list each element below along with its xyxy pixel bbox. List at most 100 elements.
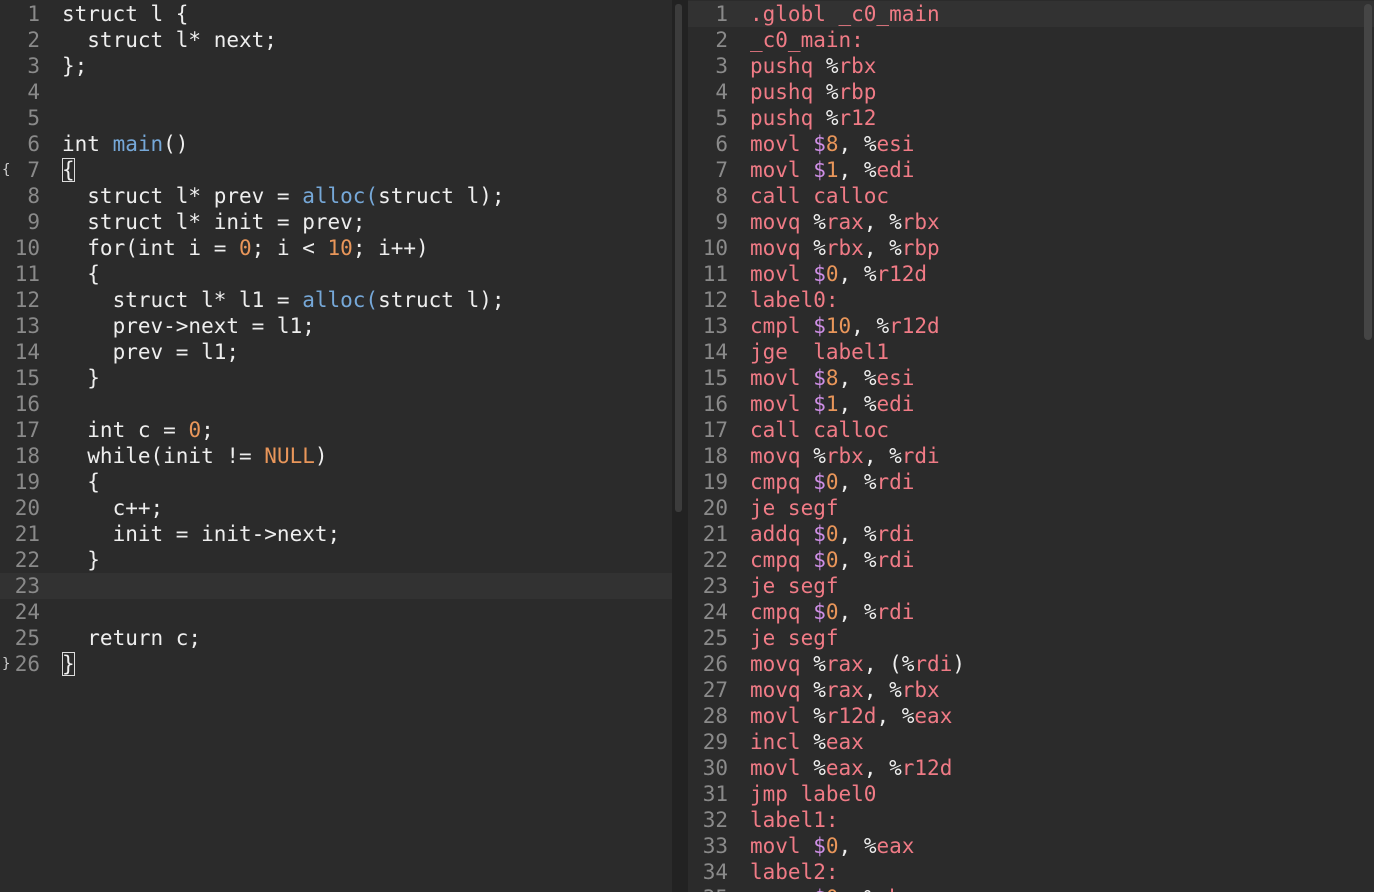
code-token: struct l); xyxy=(378,184,505,208)
source-line[interactable]: 23 xyxy=(0,573,672,599)
assembly-output-editor[interactable]: 1 .globl _c0_main 2 _c0_main: 3 pushq %rbx 4 pu… xyxy=(688,0,1374,892)
code-text: call calloc xyxy=(750,417,889,443)
code-token: $ xyxy=(813,600,826,624)
source-line[interactable]: 20 c++; xyxy=(0,495,672,521)
code-token: , xyxy=(839,886,864,892)
source-line[interactable]: } 26} xyxy=(0,651,672,677)
asm-line[interactable]: 30 movl %eax, %r12d xyxy=(688,755,1374,781)
code-token: % xyxy=(813,236,826,260)
line-number: 32 xyxy=(702,808,728,832)
source-line[interactable]: {7{ xyxy=(0,157,672,183)
source-line[interactable]: 24 xyxy=(0,599,672,625)
asm-line[interactable]: 23 je segf xyxy=(688,573,1374,599)
asm-line[interactable]: 35 movq $0, %rbx xyxy=(688,885,1374,892)
source-line[interactable]: 13 prev->next = l1; xyxy=(0,313,672,339)
left-scrollbar-thumb[interactable] xyxy=(675,4,682,512)
source-line[interactable]: 18 while(init != NULL) xyxy=(0,443,672,469)
asm-line[interactable]: 17 call calloc xyxy=(688,417,1374,443)
code-text: movq %rbx, %rdi xyxy=(750,443,940,469)
code-token: $ xyxy=(813,158,826,182)
line-number: 16 xyxy=(702,392,728,416)
asm-line[interactable]: 6 movl $8, %esi xyxy=(688,131,1374,157)
code-token: edi xyxy=(876,392,915,416)
code-token: rbx xyxy=(901,210,940,234)
line-number: 19 xyxy=(14,470,40,494)
code-token: movq xyxy=(750,886,813,892)
code-text: pushq %rbx xyxy=(750,53,876,79)
asm-line[interactable]: 24 cmpq $0, %rdi xyxy=(688,599,1374,625)
asm-line[interactable]: 34 label2: xyxy=(688,859,1374,885)
source-line[interactable]: 15 } xyxy=(0,365,672,391)
asm-line[interactable]: 1 .globl _c0_main xyxy=(688,1,1374,27)
asm-line[interactable]: 22 cmpq $0, %rdi xyxy=(688,547,1374,573)
asm-line[interactable]: 3 pushq %rbx xyxy=(688,53,1374,79)
source-line[interactable]: 10 for(int i = 0; i < 10; i++) xyxy=(0,235,672,261)
asm-line[interactable]: 26 movq %rax, (%rdi) xyxy=(688,651,1374,677)
code-token: % xyxy=(863,548,877,572)
code-token: , xyxy=(838,834,864,858)
asm-line[interactable]: 19 cmpq $0, %rdi xyxy=(688,469,1374,495)
code-token: % xyxy=(889,444,902,468)
asm-line[interactable]: 9 movq %rax, %rbx xyxy=(688,209,1374,235)
asm-line[interactable]: 7 movl $1, %edi xyxy=(688,157,1374,183)
line-number: 18 xyxy=(702,444,728,468)
asm-line[interactable]: 28 movl %r12d, %eax xyxy=(688,703,1374,729)
asm-line[interactable]: 27 movq %rax, %rbx xyxy=(688,677,1374,703)
asm-line[interactable]: 33 movl $0, %eax xyxy=(688,833,1374,859)
asm-line[interactable]: 16 movl $1, %edi xyxy=(688,391,1374,417)
asm-line[interactable]: 21 addq $0, %rdi xyxy=(688,521,1374,547)
c-source-editor[interactable]: 1 struct l {2 struct l* next; 3}; 4 5 6 int ma… xyxy=(0,0,672,892)
code-token: % xyxy=(863,834,877,858)
asm-line[interactable]: 29 incl %eax xyxy=(688,729,1374,755)
code-text: call calloc xyxy=(750,183,889,209)
code-text: _c0_main: xyxy=(750,27,864,53)
source-line[interactable]: 14 prev = l1; xyxy=(0,339,672,365)
source-line[interactable]: 2 struct l* next; xyxy=(0,27,672,53)
source-line[interactable]: 5 xyxy=(0,105,672,131)
asm-line[interactable]: 15 movl $8, %esi xyxy=(688,365,1374,391)
asm-line[interactable]: 14 jge label1 xyxy=(688,339,1374,365)
asm-line[interactable]: 5 pushq %r12 xyxy=(688,105,1374,131)
source-line[interactable]: 8 struct l* prev = alloc(struct l); xyxy=(0,183,672,209)
asm-line[interactable]: 4 pushq %rbp xyxy=(688,79,1374,105)
source-line[interactable]: 25 return c; xyxy=(0,625,672,651)
source-line[interactable]: 21 init = init->next; xyxy=(0,521,672,547)
source-line[interactable]: 4 xyxy=(0,79,672,105)
line-number: 15 xyxy=(14,366,40,390)
source-line[interactable]: 3}; xyxy=(0,53,672,79)
source-line[interactable]: 9 struct l* init = prev; xyxy=(0,209,672,235)
line-number: 20 xyxy=(14,496,40,520)
source-line[interactable]: 19 { xyxy=(0,469,672,495)
code-token: ; i++) xyxy=(352,236,429,260)
asm-line[interactable]: 32 label1: xyxy=(688,807,1374,833)
asm-line[interactable]: 20 je segf xyxy=(688,495,1374,521)
asm-line[interactable]: 25 je segf xyxy=(688,625,1374,651)
line-number: 9 xyxy=(715,210,728,234)
asm-line[interactable]: 10 movq %rbx, %rbp xyxy=(688,235,1374,261)
code-text: movl $8, %esi xyxy=(750,365,914,391)
source-line[interactable]: 1 struct l { xyxy=(0,1,672,27)
asm-line[interactable]: 18 movq %rbx, %rdi xyxy=(688,443,1374,469)
asm-line[interactable]: 13 cmpl $10, %r12d xyxy=(688,313,1374,339)
code-token: prev = l1; xyxy=(62,340,240,364)
code-token: incl xyxy=(750,730,814,754)
line-number: 3 xyxy=(715,54,728,78)
code-token: struct l); xyxy=(378,288,505,312)
source-line[interactable]: 17 int c = 0; xyxy=(0,417,672,443)
source-line[interactable]: 16 xyxy=(0,391,672,417)
asm-line[interactable]: 11 movl $0, %r12d xyxy=(688,261,1374,287)
asm-line[interactable]: 12 label0: xyxy=(688,287,1374,313)
source-line[interactable]: 11 { xyxy=(0,261,672,287)
asm-line[interactable]: 8 call calloc xyxy=(688,183,1374,209)
line-number: 7 xyxy=(715,158,728,182)
code-text: { xyxy=(62,469,100,495)
source-line[interactable]: 22 } xyxy=(0,547,672,573)
source-line[interactable]: 12 struct l* l1 = alloc(struct l); xyxy=(0,287,672,313)
asm-line[interactable]: 2 _c0_main: xyxy=(688,27,1374,53)
source-line[interactable]: 6 int main() xyxy=(0,131,672,157)
code-token: 0 xyxy=(825,262,839,286)
line-number: 5 xyxy=(27,106,40,130)
asm-line[interactable]: 31 jmp label0 xyxy=(688,781,1374,807)
code-token: 0 xyxy=(825,834,839,858)
right-scrollbar-thumb[interactable] xyxy=(1364,4,1372,340)
